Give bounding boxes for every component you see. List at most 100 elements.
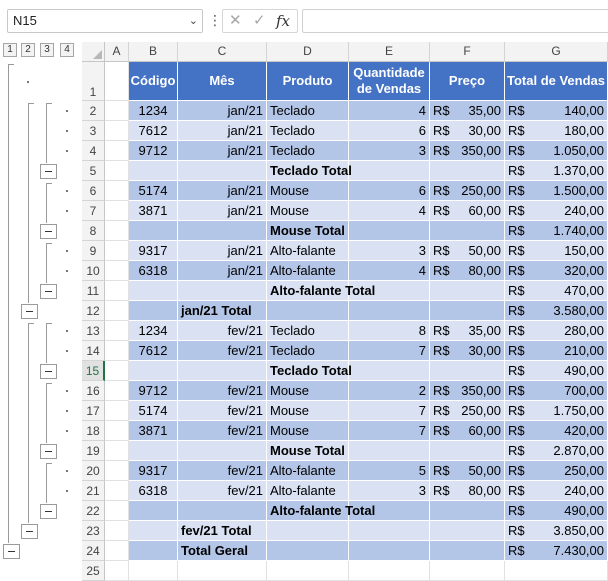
cell-empty[interactable] — [430, 561, 505, 581]
cell-qtd-3[interactable]: 6 — [349, 121, 430, 141]
cell-qtd-4[interactable]: 3 — [349, 141, 430, 161]
row-header-24[interactable]: 24 — [82, 541, 105, 561]
cell-total-22[interactable]: R$ 490,00 — [505, 501, 608, 521]
cell-produto-23[interactable] — [267, 521, 349, 541]
cell-a10[interactable] — [105, 261, 129, 281]
cell-produto-8[interactable]: Mouse Total — [267, 221, 349, 241]
cell-produto-16[interactable]: Mouse — [267, 381, 349, 401]
cancel-icon[interactable]: ✕ — [229, 12, 242, 30]
cell-empty[interactable] — [178, 561, 267, 581]
cell-total-18[interactable]: R$ 420,00 — [505, 421, 608, 441]
cell-mes-11[interactable] — [178, 281, 267, 301]
cell-qtd-2[interactable]: 4 — [349, 101, 430, 121]
cell-a18[interactable] — [105, 421, 129, 441]
cell-a6[interactable] — [105, 181, 129, 201]
row-header-12[interactable]: 12 — [82, 301, 105, 321]
cell-a4[interactable] — [105, 141, 129, 161]
cell-mes-22[interactable] — [178, 501, 267, 521]
cell-preco-11[interactable] — [430, 281, 505, 301]
row-header-23[interactable]: 23 — [82, 521, 105, 541]
header-preco[interactable]: Preço — [430, 62, 505, 101]
cell-produto-4[interactable]: Teclado — [267, 141, 349, 161]
cell-mes-20[interactable]: fev/21 — [178, 461, 267, 481]
cell-total-13[interactable]: R$ 280,00 — [505, 321, 608, 341]
cell-codigo-10[interactable]: 6318 — [129, 261, 178, 281]
cell-preco-3[interactable]: R$ 30,00 — [430, 121, 505, 141]
cell-codigo-14[interactable]: 7612 — [129, 341, 178, 361]
cell-codigo-15[interactable] — [129, 361, 178, 381]
cell-mes-18[interactable]: fev/21 — [178, 421, 267, 441]
cell-qtd-16[interactable]: 2 — [349, 381, 430, 401]
cell-qtd-6[interactable]: 6 — [349, 181, 430, 201]
cell-codigo-21[interactable]: 6318 — [129, 481, 178, 501]
cell-total-24[interactable]: R$ 7.430,00 — [505, 541, 608, 561]
row-header-18[interactable]: 18 — [82, 421, 105, 441]
cell-mes-9[interactable]: jan/21 — [178, 241, 267, 261]
cell-produto-9[interactable]: Alto-falante — [267, 241, 349, 261]
row-header-6[interactable]: 6 — [82, 181, 105, 201]
cell-qtd-12[interactable] — [349, 301, 430, 321]
cell-qtd-23[interactable] — [349, 521, 430, 541]
outline-level-2-button[interactable]: 2 — [21, 43, 35, 57]
cell-total-3[interactable]: R$ 180,00 — [505, 121, 608, 141]
cell-mes-15[interactable] — [178, 361, 267, 381]
cell-mes-17[interactable]: fev/21 — [178, 401, 267, 421]
cell-preco-19[interactable] — [430, 441, 505, 461]
column-header-b[interactable]: B — [129, 42, 178, 62]
cell-qtd-8[interactable] — [349, 221, 430, 241]
cell-mes-16[interactable]: fev/21 — [178, 381, 267, 401]
cell-produto-22[interactable]: Alto-falante Total — [267, 501, 375, 521]
cell-mes-4[interactable]: jan/21 — [178, 141, 267, 161]
cell-total-15[interactable]: R$ 490,00 — [505, 361, 608, 381]
cell-qtd-20[interactable]: 5 — [349, 461, 430, 481]
cell-a9[interactable] — [105, 241, 129, 261]
cell-a19[interactable] — [105, 441, 129, 461]
cell-mes-2[interactable]: jan/21 — [178, 101, 267, 121]
cell-preco-5[interactable] — [430, 161, 505, 181]
cell-mes-23[interactable]: fev/21 Total — [178, 521, 267, 541]
row-header-1[interactable]: 1 — [82, 62, 105, 101]
collapse-product-group-button[interactable] — [40, 164, 57, 179]
cell-total-11[interactable]: R$ 470,00 — [505, 281, 608, 301]
cell-produto-13[interactable]: Teclado — [267, 321, 349, 341]
cell-codigo-4[interactable]: 9712 — [129, 141, 178, 161]
cell-preco-23[interactable] — [430, 521, 505, 541]
cell-produto-11[interactable]: Alto-falante Total — [267, 281, 375, 301]
cell-a8[interactable] — [105, 221, 129, 241]
cell-preco-22[interactable] — [430, 501, 505, 521]
cell-preco-8[interactable] — [430, 221, 505, 241]
cell-preco-14[interactable]: R$ 30,00 — [430, 341, 505, 361]
outline-level-3-button[interactable]: 3 — [40, 43, 54, 57]
cell-codigo-7[interactable]: 3871 — [129, 201, 178, 221]
cell-codigo-13[interactable]: 1234 — [129, 321, 178, 341]
cell-empty[interactable] — [349, 561, 430, 581]
cell-a23[interactable] — [105, 521, 129, 541]
cell-qtd-5[interactable] — [349, 161, 430, 181]
row-header-25[interactable]: 25 — [82, 561, 105, 581]
cell-total-5[interactable]: R$ 1.370,00 — [505, 161, 608, 181]
cell-preco-15[interactable] — [430, 361, 505, 381]
formula-input[interactable] — [302, 9, 608, 33]
collapse-fev-button[interactable] — [21, 524, 38, 539]
collapse-jan-button[interactable] — [21, 304, 38, 319]
column-header-g[interactable]: G — [505, 42, 608, 62]
cell-a15[interactable] — [105, 361, 129, 381]
enter-check-icon[interactable]: ✓ — [253, 12, 266, 30]
cell-mes-21[interactable]: fev/21 — [178, 481, 267, 501]
row-header-4[interactable]: 4 — [82, 141, 105, 161]
cell-a24[interactable] — [105, 541, 129, 561]
cell-qtd-13[interactable]: 8 — [349, 321, 430, 341]
cell-codigo-11[interactable] — [129, 281, 178, 301]
cell-qtd-14[interactable]: 7 — [349, 341, 430, 361]
cell-mes-3[interactable]: jan/21 — [178, 121, 267, 141]
cell-a25[interactable] — [105, 561, 129, 581]
cell-qtd-18[interactable]: 7 — [349, 421, 430, 441]
cell-total-6[interactable]: R$ 1.500,00 — [505, 181, 608, 201]
cell-mes-19[interactable] — [178, 441, 267, 461]
cell-a14[interactable] — [105, 341, 129, 361]
row-header-9[interactable]: 9 — [82, 241, 105, 261]
cell-a17[interactable] — [105, 401, 129, 421]
cell-preco-20[interactable]: R$ 50,00 — [430, 461, 505, 481]
cell-codigo-17[interactable]: 5174 — [129, 401, 178, 421]
cell-total-23[interactable]: R$ 3.850,00 — [505, 521, 608, 541]
